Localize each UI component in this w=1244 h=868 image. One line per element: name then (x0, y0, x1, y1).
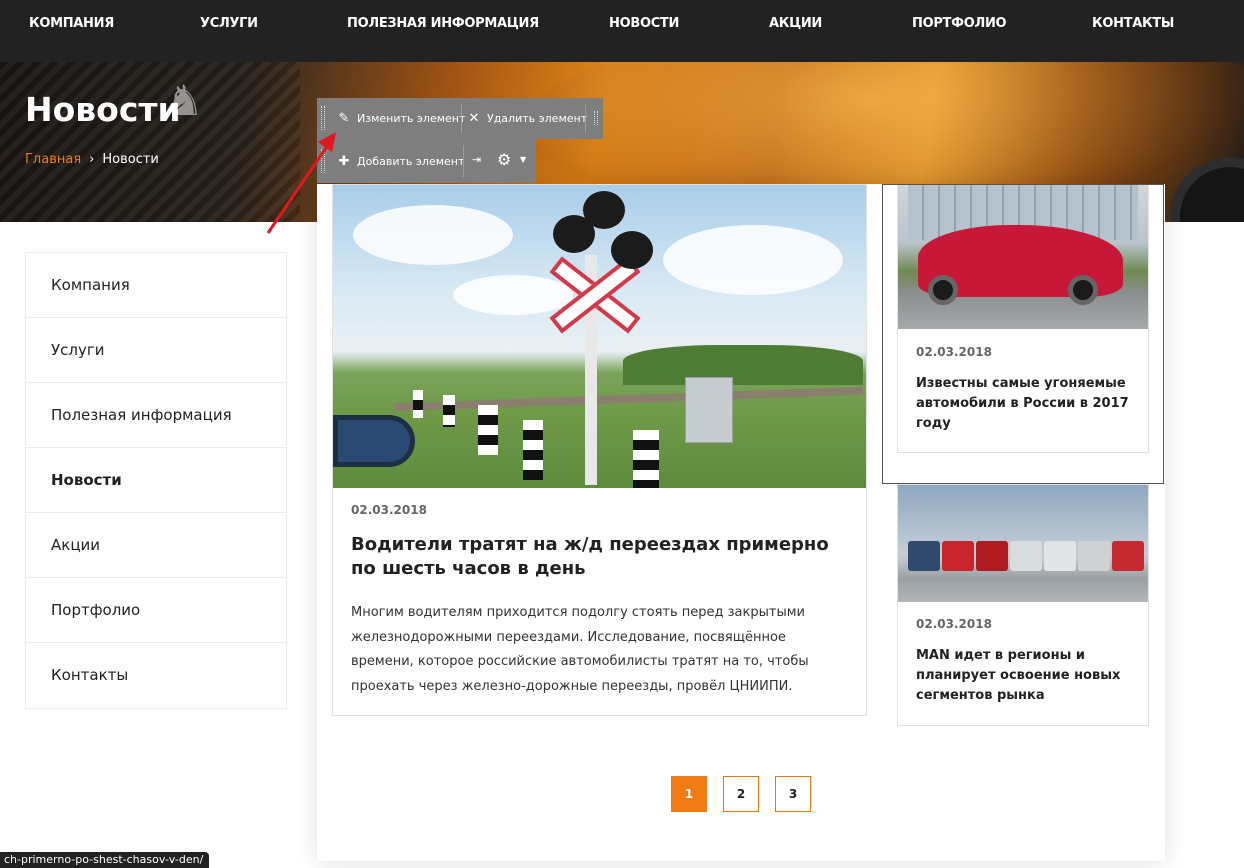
sidebar-item-services[interactable]: Услуги (26, 318, 286, 383)
sidebar-item-contacts[interactable]: Контакты (26, 643, 286, 708)
breadcrumb-current: Новости (102, 152, 159, 167)
close-icon: ✕ (468, 111, 480, 126)
toolbar-menu-handle-icon[interactable] (594, 111, 598, 125)
breadcrumb-home-link[interactable]: Главная (25, 152, 81, 167)
breadcrumb-separator: › (89, 152, 95, 167)
pagination-page-1[interactable]: 1 (671, 776, 707, 812)
news-excerpt: Многим водителям приходится подолгу стоя… (351, 605, 809, 694)
nav-item-portfolio[interactable]: Портфолио (912, 16, 1007, 31)
pagination-page-2[interactable]: 2 (723, 776, 759, 812)
breadcrumb: Главная › Новости (25, 152, 159, 167)
railway-crossing-image (333, 185, 866, 488)
news-date: 02.03.2018 (916, 617, 992, 631)
delete-element-label: Удалить элемент (487, 112, 588, 125)
side-news-card-1[interactable]: 02.03.2018 Известны самые угоняемые авто… (897, 184, 1149, 453)
delete-element-button[interactable]: ✕ Удалить элемент (467, 111, 588, 126)
chevron-down-icon[interactable]: ▼ (520, 155, 526, 164)
pagination-page-3[interactable]: 3 (775, 776, 811, 812)
pencil-icon: ✎ (338, 111, 350, 126)
page-title: Новости (25, 90, 181, 129)
news-date: 02.03.2018 (351, 503, 427, 517)
pin-icon[interactable]: ⇥ (472, 153, 481, 166)
drag-handle-icon[interactable] (321, 106, 325, 130)
edit-element-button[interactable]: ✎ Изменить элемент (337, 111, 466, 126)
side-news-card-2[interactable]: 02.03.2018 MAN идет в регионы и планируе… (897, 484, 1149, 726)
main-news-card[interactable]: 02.03.2018 Водители тратят на ж/д переез… (332, 184, 867, 716)
sidebar-item-news[interactable]: Новости (26, 448, 286, 513)
hero-car-grille (0, 62, 300, 222)
nav-item-promotions[interactable]: Акции (769, 16, 822, 31)
trucks-image (898, 485, 1148, 602)
gear-icon[interactable]: ⚙ (497, 150, 511, 169)
nav-item-contacts[interactable]: Контакты (1092, 16, 1174, 31)
plus-icon: ✚ (338, 154, 350, 169)
add-element-label: Добавить элемент (357, 155, 465, 168)
nav-item-useful-info[interactable]: Полезная информация (347, 16, 539, 31)
sidebar-item-promotions[interactable]: Акции (26, 513, 286, 578)
news-date: 02.03.2018 (916, 345, 992, 359)
nav-item-company[interactable]: Компания (29, 16, 114, 31)
edit-toolbar: ✎ Изменить элемент ✕ Удалить элемент ✚ Доба… (317, 98, 603, 184)
edit-toolbar-top-row: ✎ Изменить элемент ✕ Удалить элемент (317, 98, 603, 139)
sidebar-item-company[interactable]: Компания (26, 253, 286, 318)
red-car-image (898, 185, 1148, 329)
sidebar-menu: Компания Услуги Полезная информация Ново… (25, 252, 287, 709)
sidebar-item-portfolio[interactable]: Портфолио (26, 578, 286, 643)
nav-item-services[interactable]: Услуги (200, 16, 258, 31)
add-element-button[interactable]: ✚ Добавить элемент (337, 154, 465, 169)
news-title[interactable]: Известны самые угоняемые автомобили в Ро… (916, 374, 1130, 434)
status-bar-url: ch-primerno-po-shest-chasov-v-den/ (0, 852, 210, 868)
edit-element-label: Изменить элемент (357, 112, 466, 125)
top-navigation: Компания Услуги Полезная информация Ново… (0, 0, 1244, 62)
news-title[interactable]: Водители тратят на ж/д переездах примерн… (351, 533, 831, 581)
edit-toolbar-bottom-row: ✚ Добавить элемент ⇥ ⚙ ▼ (317, 139, 536, 183)
drag-handle-icon[interactable] (321, 149, 325, 173)
nav-item-news[interactable]: Новости (609, 16, 679, 31)
news-title[interactable]: MAN идет в регионы и планирует освоение … (916, 646, 1130, 706)
sidebar-item-useful-info[interactable]: Полезная информация (26, 383, 286, 448)
